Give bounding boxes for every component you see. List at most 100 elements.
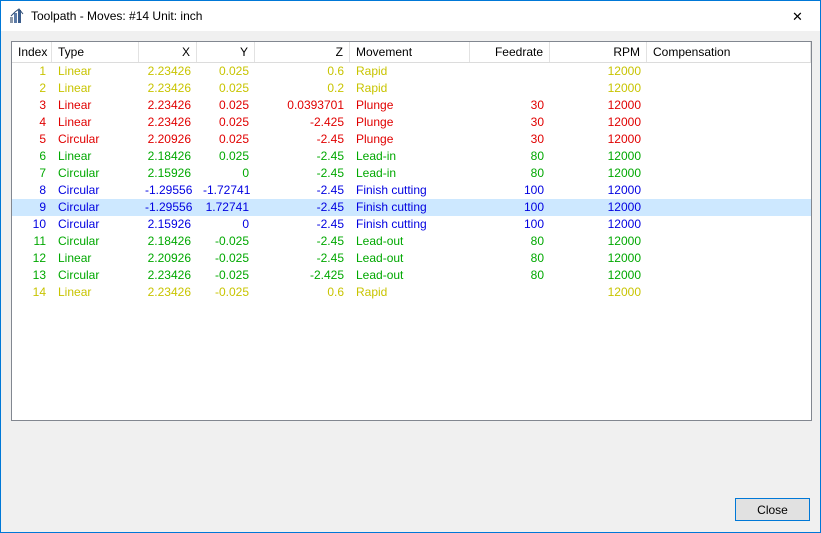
dialog-body: Index Type X Y Z Movement Feedrate RPM Compensat… [1, 31, 820, 532]
cell-z: -2.425 [309, 268, 344, 282]
cell-type: Circular [58, 183, 100, 197]
cell-feedrate: 80 [530, 268, 544, 282]
cell-rpm: 12000 [607, 98, 641, 112]
cell-z: -2.45 [316, 251, 344, 265]
table-row[interactable]: 5 Circular 2.20926 0.025 -2.45 Plunge 30 12000 [12, 131, 811, 148]
cell-rpm: 12000 [607, 200, 641, 214]
close-button[interactable]: Close [735, 498, 810, 521]
cell-z: -2.45 [316, 183, 344, 197]
table-row[interactable]: 8 Circular -1.29556 -1.72741 -2.45 Finish cut… [12, 182, 811, 199]
window-close-button[interactable]: ✕ [775, 1, 820, 31]
table-row[interactable]: 7 Circular 2.15926 0 -2.45 Lead-in 80 12000 [12, 165, 811, 182]
cell-index: 6 [39, 149, 46, 163]
cell-y: -0.025 [214, 268, 249, 282]
cell-x: -1.29556 [145, 183, 193, 197]
cell-feedrate: 100 [523, 183, 544, 197]
cell-y: -0.025 [214, 251, 249, 265]
cell-type: Circular [58, 234, 100, 248]
table-row[interactable]: 13 Circular 2.23426 -0.025 -2.425 Lead-out 80 1… [12, 267, 811, 284]
cell-compensation [647, 267, 811, 284]
cell-compensation [647, 284, 811, 301]
cell-z: -2.425 [309, 115, 344, 129]
cell-x: 2.20926 [147, 251, 191, 265]
cell-rpm: 12000 [607, 166, 641, 180]
table-row[interactable]: 10 Circular 2.15926 0 -2.45 Finish cutting 100… [12, 216, 811, 233]
cell-z: -2.45 [316, 132, 344, 146]
column-header-type[interactable]: Type [52, 42, 139, 62]
cell-movement: Rapid [356, 81, 388, 95]
cell-z: 0.6 [327, 64, 344, 78]
table-row[interactable]: 12 Linear 2.20926 -0.025 -2.45 Lead-out 80 1200… [12, 250, 811, 267]
table-body: 1 Linear 2.23426 0.025 0.6 Rapid 12000 2 Linear 2… [12, 63, 811, 301]
cell-movement: Lead-out [356, 268, 404, 282]
column-header-feedrate[interactable]: Feedrate [470, 42, 550, 62]
column-header-y[interactable]: Y [197, 42, 255, 62]
cell-index: 11 [33, 234, 46, 248]
dialog-window: Toolpath - Moves: #14 Unit: inch ✕ Index… [0, 0, 821, 533]
cell-y: 0 [242, 166, 249, 180]
column-header-x[interactable]: X [139, 42, 197, 62]
cell-index: 5 [39, 132, 46, 146]
cell-x: 2.23426 [147, 115, 191, 129]
cell-type: Linear [58, 251, 92, 265]
cell-y: -1.72741 [203, 183, 251, 197]
cell-movement: Plunge [356, 98, 394, 112]
cell-movement: Lead-out [356, 251, 404, 265]
cell-movement: Lead-out [356, 234, 404, 248]
table-row[interactable]: 1 Linear 2.23426 0.025 0.6 Rapid 12000 [12, 63, 811, 80]
cell-x: 2.18426 [147, 234, 191, 248]
table-row[interactable]: 4 Linear 2.23426 0.025 -2.425 Plunge 30 12000 [12, 114, 811, 131]
column-header-compensation[interactable]: Compensation [647, 42, 811, 62]
cell-feedrate [470, 63, 550, 80]
cell-movement: Finish cutting [356, 200, 427, 214]
cell-compensation [647, 63, 811, 80]
cell-index: 14 [32, 285, 46, 299]
cell-movement: Plunge [356, 115, 394, 129]
cell-x: 2.23426 [147, 268, 191, 282]
column-header-rpm[interactable]: RPM [550, 42, 647, 62]
table-row[interactable]: 2 Linear 2.23426 0.025 0.2 Rapid 12000 [12, 80, 811, 97]
cell-x: 2.23426 [147, 64, 191, 78]
cell-type: Circular [58, 268, 100, 282]
window-title: Toolpath - Moves: #14 Unit: inch [31, 9, 203, 23]
cell-feedrate [470, 284, 550, 301]
title-bar: Toolpath - Moves: #14 Unit: inch ✕ [1, 1, 820, 31]
cell-z: 0.2 [327, 81, 344, 95]
table-row[interactable]: 14 Linear 2.23426 -0.025 0.6 Rapid 12000 [12, 284, 811, 301]
column-header-z[interactable]: Z [255, 42, 350, 62]
cell-type: Linear [58, 98, 92, 112]
cell-movement: Lead-in [356, 149, 397, 163]
cell-feedrate [470, 80, 550, 97]
cell-type: Linear [58, 115, 92, 129]
cell-x: 2.23426 [147, 285, 191, 299]
cell-type: Circular [58, 217, 100, 231]
cell-x: 2.23426 [147, 98, 191, 112]
cell-feedrate: 80 [530, 149, 544, 163]
cell-y: 0.025 [218, 98, 249, 112]
cell-z: -2.45 [316, 149, 344, 163]
column-header-index[interactable]: Index [12, 42, 52, 62]
cell-x: 2.15926 [147, 217, 191, 231]
cell-index: 4 [39, 115, 46, 129]
cell-feedrate: 80 [530, 251, 544, 265]
table-row[interactable]: 3 Linear 2.23426 0.025 0.0393701 Plunge 30 1200… [12, 97, 811, 114]
cell-y: 1.72741 [205, 200, 249, 214]
cell-y: -0.025 [214, 234, 249, 248]
cell-y: 0.025 [218, 149, 249, 163]
cell-x: -1.29556 [145, 200, 193, 214]
cell-compensation [647, 131, 811, 148]
cell-movement: Plunge [356, 132, 394, 146]
cell-index: 2 [39, 81, 46, 95]
cell-type: Linear [58, 64, 92, 78]
cell-z: -2.45 [316, 217, 344, 231]
cell-y: 0.025 [218, 132, 249, 146]
cell-compensation [647, 114, 811, 131]
column-header-movement[interactable]: Movement [350, 42, 470, 62]
table-row[interactable]: 6 Linear 2.18426 0.025 -2.45 Lead-in 80 12000 [12, 148, 811, 165]
table-row[interactable]: 9 Circular -1.29556 1.72741 -2.45 Finish cutt… [12, 199, 811, 216]
cell-rpm: 12000 [607, 234, 641, 248]
cell-compensation [647, 216, 811, 233]
cell-x: 2.23426 [147, 81, 191, 95]
cell-z: -2.45 [316, 166, 344, 180]
table-row[interactable]: 11 Circular 2.18426 -0.025 -2.45 Lead-out 80 12… [12, 233, 811, 250]
